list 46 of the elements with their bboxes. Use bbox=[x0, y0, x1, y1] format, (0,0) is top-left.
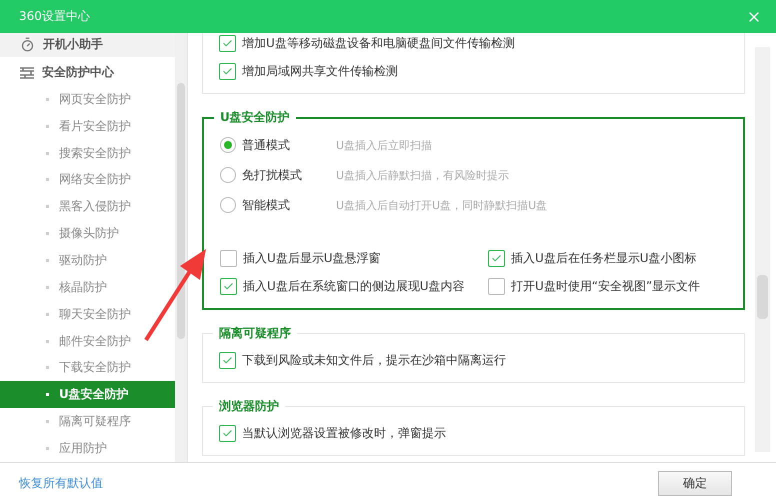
check-icon bbox=[223, 280, 234, 292]
radio-option[interactable]: 智能模式 bbox=[220, 196, 336, 214]
sidebar-item[interactable]: 驱动防护 bbox=[0, 247, 175, 274]
group-title: 浏览器防护 bbox=[218, 398, 280, 415]
checkbox-option[interactable]: 插入U盘后显示U盘悬浮窗 bbox=[220, 244, 488, 272]
checkbox-option[interactable]: 当默认浏览器设置被修改时，弹窗提示 bbox=[219, 419, 730, 447]
sidebar-group[interactable]: 开机小助手 bbox=[0, 33, 175, 57]
content-scrollbar[interactable] bbox=[755, 47, 770, 452]
restore-defaults-link[interactable]: 恢复所有默认值 bbox=[19, 475, 103, 492]
radio-option[interactable]: 免打扰模式 bbox=[220, 166, 336, 184]
check-icon bbox=[491, 252, 502, 264]
ok-button[interactable]: 确定 bbox=[658, 471, 732, 496]
check-icon bbox=[222, 354, 233, 366]
sidebar-item[interactable]: 核晶防护 bbox=[0, 274, 175, 301]
sidebar-item[interactable]: 应用防护 bbox=[0, 435, 175, 462]
check-icon bbox=[222, 428, 233, 438]
sidebar-item[interactable]: 下载安全防护 bbox=[0, 354, 175, 382]
group-title: 隔离可疑程序 bbox=[218, 325, 292, 342]
list-icon bbox=[20, 66, 34, 79]
group-title: U盘安全防护 bbox=[219, 109, 291, 126]
window-title: 360设置中心 bbox=[19, 8, 90, 25]
checkbox-option[interactable]: 增加局域网共享文件传输检测 bbox=[219, 57, 730, 85]
check-icon bbox=[222, 38, 233, 48]
sidebar-item[interactable]: 摄像头防护 bbox=[0, 220, 175, 248]
sidebar-group[interactable]: 安全防护中心 bbox=[0, 60, 175, 85]
sidebar-item[interactable]: 聊天安全防护 bbox=[0, 300, 175, 328]
sidebar-item[interactable]: 网页安全防护 bbox=[0, 86, 175, 113]
sidebar-item[interactable]: 看片安全防护 bbox=[0, 112, 175, 140]
checkbox-option[interactable]: 打开U盘时使用“安全视图”显示文件 bbox=[488, 272, 729, 300]
mode-description: U盘插入后自动打开U盘，同时静默扫描U盘 bbox=[336, 198, 548, 212]
sidebar-scrollbar[interactable] bbox=[175, 33, 188, 462]
radio-option[interactable]: 普通模式 bbox=[220, 136, 336, 154]
checkbox-option[interactable]: 插入U盘后在系统窗口的侧边展现U盘内容 bbox=[220, 272, 488, 300]
sidebar-item[interactable]: 搜索安全防护 bbox=[0, 140, 175, 167]
sidebar-item[interactable]: 网络安全防护 bbox=[0, 166, 175, 194]
sidebar-item[interactable]: 隔离可疑程序 bbox=[0, 408, 175, 436]
timer-icon bbox=[20, 37, 35, 52]
check-icon bbox=[222, 66, 233, 76]
mode-description: U盘插入后静默扫描，有风险时提示 bbox=[336, 168, 510, 182]
sidebar-item[interactable]: 邮件安全防护 bbox=[0, 328, 175, 355]
sidebar-item[interactable]: 黑客入侵防护 bbox=[0, 193, 175, 220]
checkbox-option[interactable]: 插入U盘后在任务栏显示U盘小图标 bbox=[488, 244, 729, 272]
sidebar-item[interactable]: U盘安全防护 bbox=[0, 381, 175, 408]
checkbox-option[interactable]: 增加U盘等移动磁盘设备和电脑硬盘间文件传输检测 bbox=[219, 33, 730, 57]
mode-description: U盘插入后立即扫描 bbox=[336, 138, 432, 152]
checkbox-option[interactable]: 下载到风险或未知文件后，提示在沙箱中隔离运行 bbox=[219, 346, 730, 374]
